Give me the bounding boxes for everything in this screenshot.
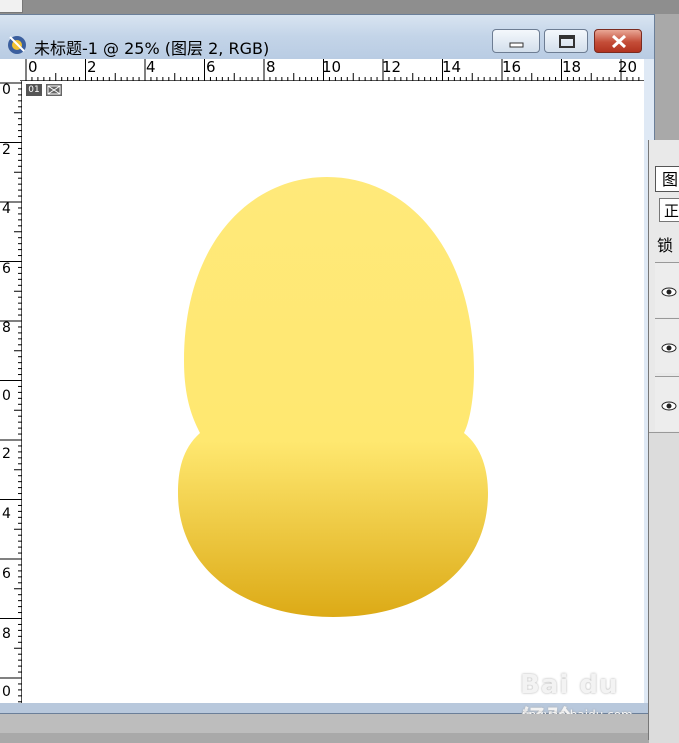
lock-label: 锁 bbox=[657, 236, 674, 255]
minimize-button[interactable] bbox=[492, 29, 540, 53]
background-window-strip bbox=[0, 0, 679, 14]
ruler-label: 6 bbox=[2, 566, 11, 582]
ruler-label: 4 bbox=[146, 58, 156, 76]
ruler-label: 16 bbox=[502, 58, 522, 76]
ruler-label: 2 bbox=[2, 446, 11, 462]
photoshop-app-icon bbox=[6, 33, 28, 55]
ruler-label: 0 bbox=[2, 82, 11, 98]
layer-row[interactable] bbox=[655, 318, 679, 373]
horizontal-ruler[interactable]: 0 2 4 6 8 10 12 14 16 18 20 bbox=[20, 59, 644, 81]
eye-icon[interactable] bbox=[661, 397, 677, 411]
layers-panel-empty-area bbox=[649, 432, 679, 743]
window-title: 未标题-1 @ 25% (图层 2, RGB) bbox=[34, 39, 270, 58]
layers-panel: 图 正 锁 bbox=[648, 140, 679, 743]
ruler-label: 4 bbox=[2, 201, 11, 217]
ruler-label: 10 bbox=[322, 58, 342, 76]
ruler-label: 18 bbox=[562, 58, 582, 76]
ruler-label: 6 bbox=[2, 261, 11, 277]
document-canvas[interactable]: 01 bbox=[22, 81, 644, 703]
layer-row[interactable] bbox=[655, 262, 679, 317]
ruler-label: 2 bbox=[2, 142, 11, 158]
ruler-label: 0 bbox=[2, 388, 11, 404]
close-button[interactable] bbox=[594, 29, 642, 53]
ruler-label: 14 bbox=[442, 58, 462, 76]
ruler-label: 4 bbox=[2, 506, 11, 522]
ruler-label: 12 bbox=[382, 58, 402, 76]
layer-row[interactable] bbox=[655, 376, 679, 431]
ruler-label: 2 bbox=[87, 58, 97, 76]
layers-tab[interactable]: 图 bbox=[655, 166, 679, 192]
ruler-label: 20 bbox=[618, 58, 638, 76]
vertical-ruler[interactable]: 0 2 4 6 8 0 2 4 6 8 0 bbox=[0, 81, 22, 703]
ruler-origin[interactable] bbox=[0, 59, 20, 82]
ruler-label: 6 bbox=[206, 58, 216, 76]
workspace-bottom bbox=[0, 714, 648, 733]
title-bar[interactable]: 未标题-1 @ 25% (图层 2, RGB) bbox=[0, 15, 654, 59]
ruler-label: 0 bbox=[28, 58, 38, 76]
ruler-label: 8 bbox=[2, 320, 11, 336]
maximize-button[interactable] bbox=[544, 29, 588, 53]
ruler-label: 0 bbox=[2, 684, 11, 700]
gourd-shape[interactable] bbox=[22, 81, 644, 703]
blend-mode-select[interactable]: 正 bbox=[659, 198, 679, 222]
eye-icon[interactable] bbox=[661, 339, 677, 353]
background-window-tab[interactable] bbox=[0, 0, 23, 13]
layer-badge: 01 bbox=[26, 84, 42, 96]
ruler-label: 8 bbox=[2, 626, 11, 642]
document-window: 未标题-1 @ 25% (图层 2, RGB) 0 2 4 6 8 10 12 … bbox=[0, 14, 655, 736]
eye-icon[interactable] bbox=[661, 283, 677, 297]
ruler-label: 8 bbox=[266, 58, 276, 76]
mask-icon bbox=[46, 84, 62, 96]
